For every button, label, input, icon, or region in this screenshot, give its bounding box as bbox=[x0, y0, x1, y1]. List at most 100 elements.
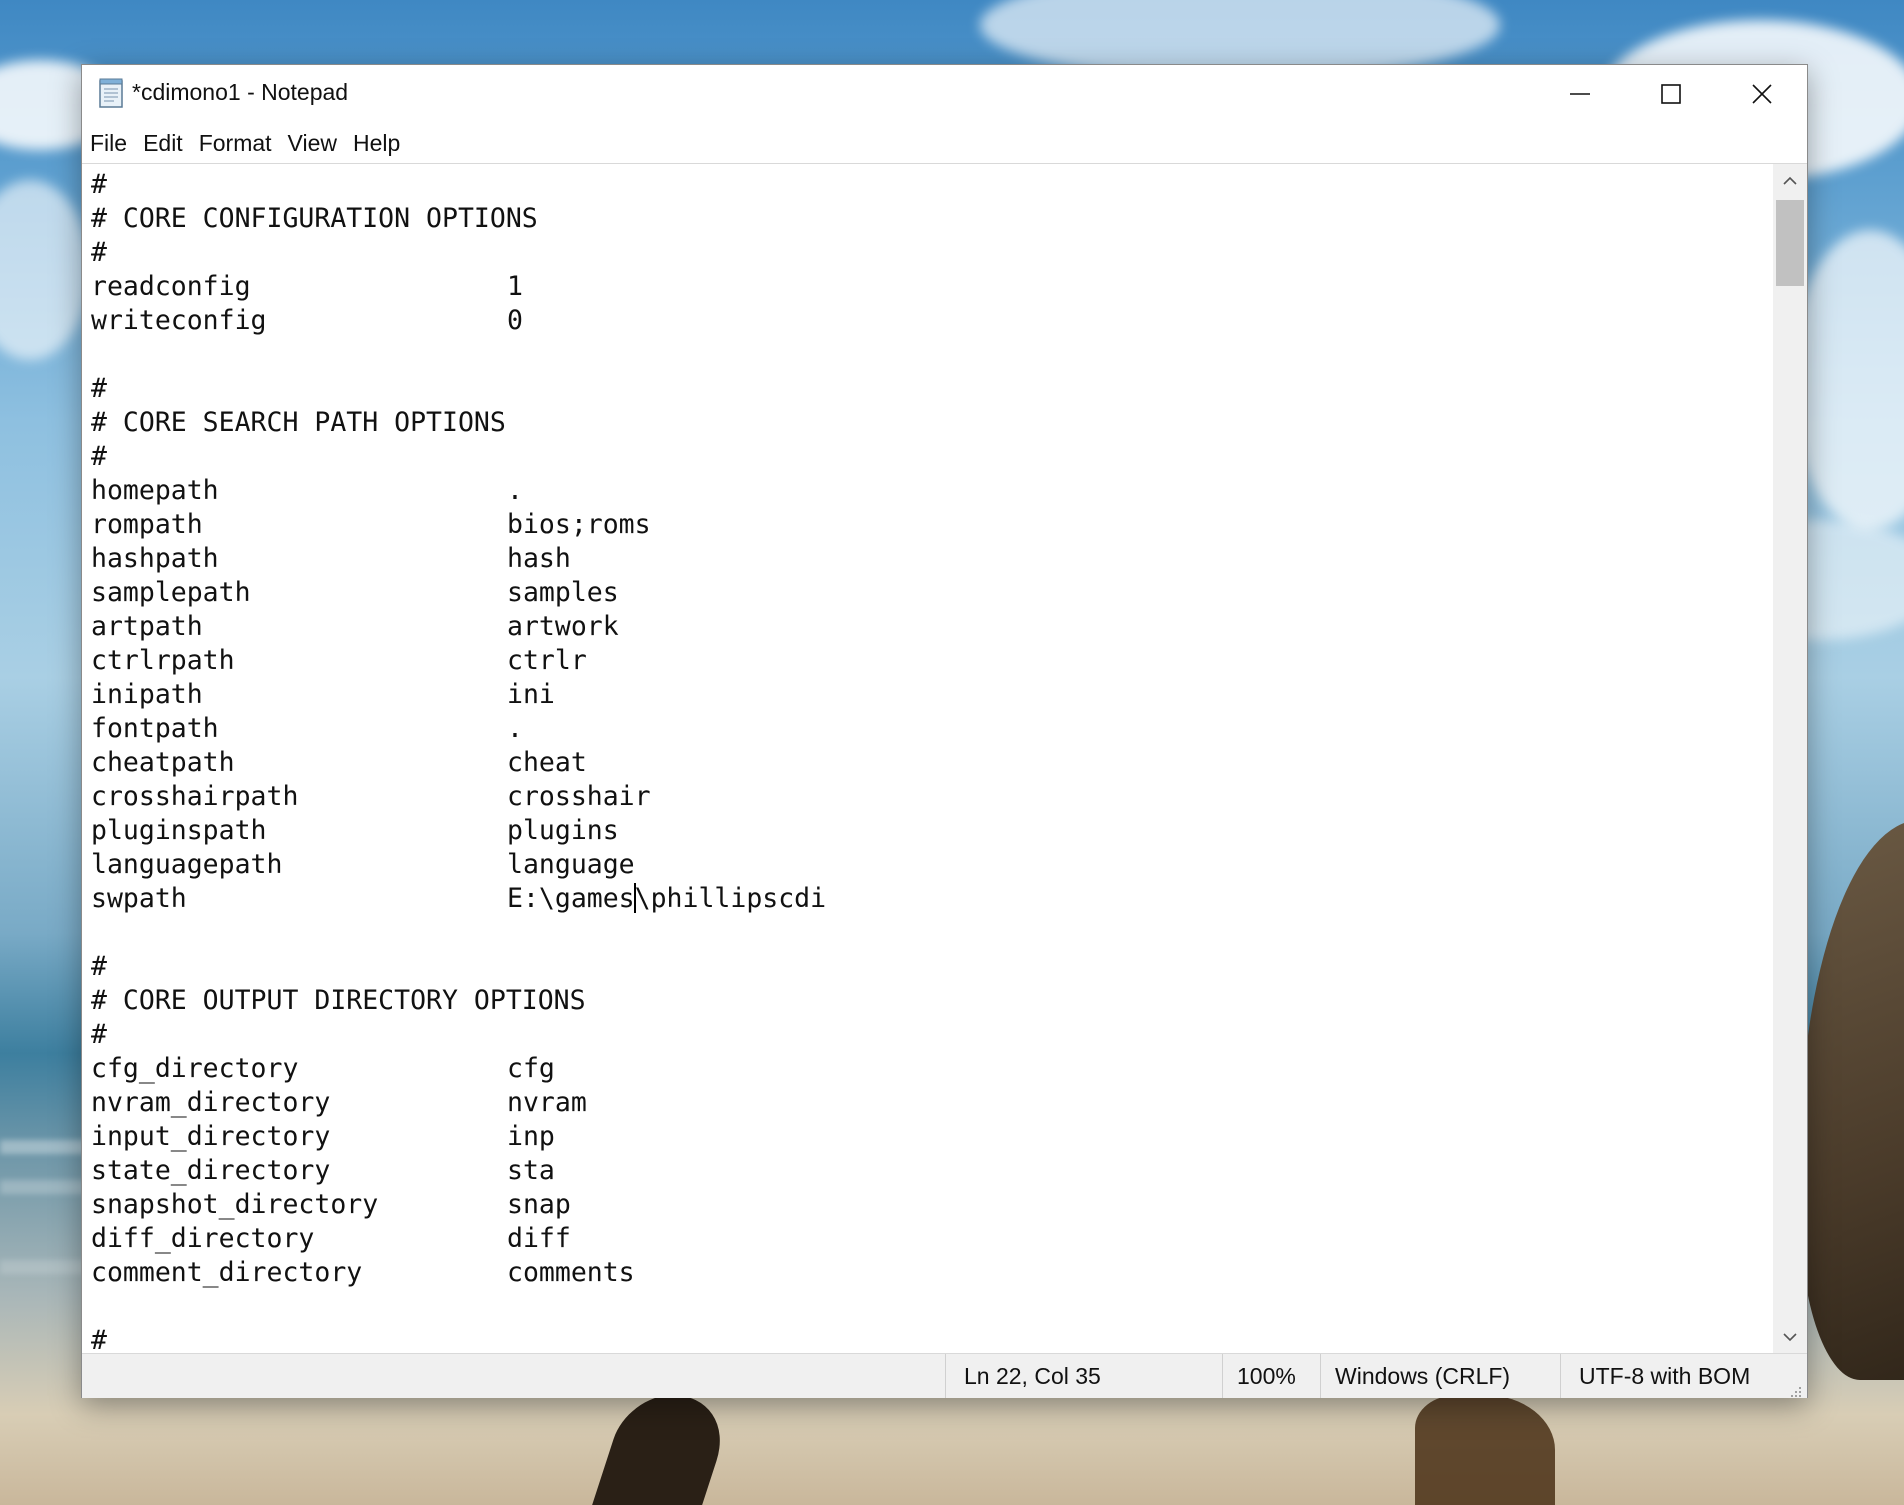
config-key: artpath bbox=[91, 611, 203, 642]
config-value: artwork bbox=[507, 611, 619, 642]
config-value: sta bbox=[507, 1155, 555, 1186]
line-ending: Windows (CRLF) bbox=[1320, 1354, 1560, 1398]
editor-line: rompath bios;roms bbox=[91, 508, 826, 542]
config-key: comment_directory bbox=[91, 1257, 363, 1288]
editor-line: nvram_directory nvram bbox=[91, 1086, 826, 1120]
editor-line: snapshot_directory snap bbox=[91, 1188, 826, 1222]
editor-line: input_directory inp bbox=[91, 1120, 826, 1154]
comment-text: # bbox=[91, 169, 107, 200]
cursor-position: Ln 22, Col 35 bbox=[945, 1354, 1222, 1398]
editor-content[interactable]: # # CORE CONFIGURATION OPTIONS # readconfig… bbox=[91, 168, 826, 1354]
editor-line: languagepath language bbox=[91, 848, 826, 882]
config-value: plugins bbox=[507, 815, 619, 846]
config-value: comments bbox=[507, 1257, 635, 1288]
comment-text: # bbox=[91, 1019, 107, 1050]
config-value-continued: \phillipscdi bbox=[634, 883, 827, 914]
config-key: swpath bbox=[91, 883, 187, 914]
zoom-level: 100% bbox=[1222, 1354, 1320, 1398]
editor-line: # bbox=[91, 440, 826, 474]
editor-line: # CORE CONFIGURATION OPTIONS bbox=[91, 202, 826, 236]
comment-text: # CORE CONFIGURATION OPTIONS bbox=[91, 203, 538, 234]
editor-line: # CORE SEARCH PATH OPTIONS bbox=[91, 406, 826, 440]
editor-line: # bbox=[91, 1018, 826, 1052]
minimize-icon bbox=[1569, 93, 1590, 95]
editor-line: artpath artwork bbox=[91, 610, 826, 644]
config-key: snapshot_directory bbox=[91, 1189, 379, 1220]
vertical-scrollbar[interactable] bbox=[1773, 163, 1807, 1354]
editor-line: hashpath hash bbox=[91, 542, 826, 576]
maximize-button[interactable] bbox=[1625, 65, 1716, 123]
text-editor[interactable]: # # CORE CONFIGURATION OPTIONS # readconfig… bbox=[82, 163, 1773, 1354]
config-value: bios;roms bbox=[507, 509, 651, 540]
config-key: fontpath bbox=[91, 713, 219, 744]
config-value: 0 bbox=[507, 305, 523, 336]
config-key: hashpath bbox=[91, 543, 219, 574]
editor-line: diff_directory diff bbox=[91, 1222, 826, 1256]
comment-text: # bbox=[91, 951, 107, 982]
config-key: languagepath bbox=[91, 849, 283, 880]
config-value: diff bbox=[507, 1223, 571, 1254]
scroll-down-button[interactable] bbox=[1773, 1320, 1807, 1354]
resize-grip-icon[interactable] bbox=[1787, 1378, 1803, 1397]
chevron-down-icon bbox=[1783, 1333, 1797, 1342]
editor-line: swpath E:\games\phillipscdi bbox=[91, 882, 826, 916]
status-bar: Ln 22, Col 35 100% Windows (CRLF) UTF-8 … bbox=[82, 1353, 1807, 1398]
editor-line: inipath ini bbox=[91, 678, 826, 712]
editor-line: # bbox=[91, 168, 826, 202]
config-key: cfg_directory bbox=[91, 1053, 299, 1084]
menu-bar: File Edit Format View Help bbox=[82, 123, 1807, 163]
config-key: inipath bbox=[91, 679, 203, 710]
comment-text: # bbox=[91, 373, 107, 404]
comment-text: # bbox=[91, 1325, 107, 1354]
config-key: nvram_directory bbox=[91, 1087, 331, 1118]
editor-line: state_directory sta bbox=[91, 1154, 826, 1188]
editor-line: ctrlrpath ctrlr bbox=[91, 644, 826, 678]
config-value: hash bbox=[507, 543, 571, 574]
editor-line: writeconfig 0 bbox=[91, 304, 826, 338]
config-value: snap bbox=[507, 1189, 571, 1220]
menu-view[interactable]: View bbox=[280, 123, 345, 163]
config-key: cheatpath bbox=[91, 747, 235, 778]
close-button[interactable] bbox=[1716, 65, 1807, 123]
config-value: cheat bbox=[507, 747, 587, 778]
editor-line: readconfig 1 bbox=[91, 270, 826, 304]
editor-line: # bbox=[91, 236, 826, 270]
config-value: nvram bbox=[507, 1087, 587, 1118]
menu-help[interactable]: Help bbox=[345, 123, 408, 163]
editor-line: fontpath. bbox=[91, 712, 826, 746]
editor-line: crosshairpath crosshair bbox=[91, 780, 826, 814]
comment-text: # bbox=[91, 441, 107, 472]
config-value: crosshair bbox=[507, 781, 651, 812]
editor-line: homepath. bbox=[91, 474, 826, 508]
notepad-icon[interactable] bbox=[98, 77, 126, 109]
close-icon bbox=[1751, 84, 1772, 104]
config-value: language bbox=[507, 849, 635, 880]
title-bar[interactable]: *cdimono1 - Notepad bbox=[82, 65, 1807, 123]
menu-file[interactable]: File bbox=[82, 123, 135, 163]
editor-line: samplepath samples bbox=[91, 576, 826, 610]
config-key: diff_directory bbox=[91, 1223, 315, 1254]
editor-line: # bbox=[91, 372, 826, 406]
editor-line: pluginspath plugins bbox=[91, 814, 826, 848]
config-key: crosshairpath bbox=[91, 781, 299, 812]
config-key: input_directory bbox=[91, 1121, 331, 1152]
notepad-window[interactable]: *cdimono1 - Notepad File Edit Format Vie… bbox=[81, 64, 1808, 1398]
config-key: readconfig bbox=[91, 271, 251, 302]
scroll-up-button[interactable] bbox=[1773, 164, 1807, 198]
config-value: . bbox=[507, 475, 523, 506]
menu-edit[interactable]: Edit bbox=[135, 123, 191, 163]
scroll-thumb[interactable] bbox=[1776, 200, 1804, 286]
config-value: samples bbox=[507, 577, 619, 608]
config-value: cfg bbox=[507, 1053, 555, 1084]
minimize-button[interactable] bbox=[1534, 65, 1625, 123]
comment-text: # CORE OUTPUT DIRECTORY OPTIONS bbox=[91, 985, 586, 1016]
editor-line: # bbox=[91, 1324, 826, 1354]
config-value: 1 bbox=[507, 271, 523, 302]
config-value: . bbox=[507, 713, 523, 744]
menu-format[interactable]: Format bbox=[191, 123, 280, 163]
maximize-icon bbox=[1660, 84, 1681, 104]
comment-text: # CORE SEARCH PATH OPTIONS bbox=[91, 407, 506, 438]
editor-line: cfg_directory cfg bbox=[91, 1052, 826, 1086]
